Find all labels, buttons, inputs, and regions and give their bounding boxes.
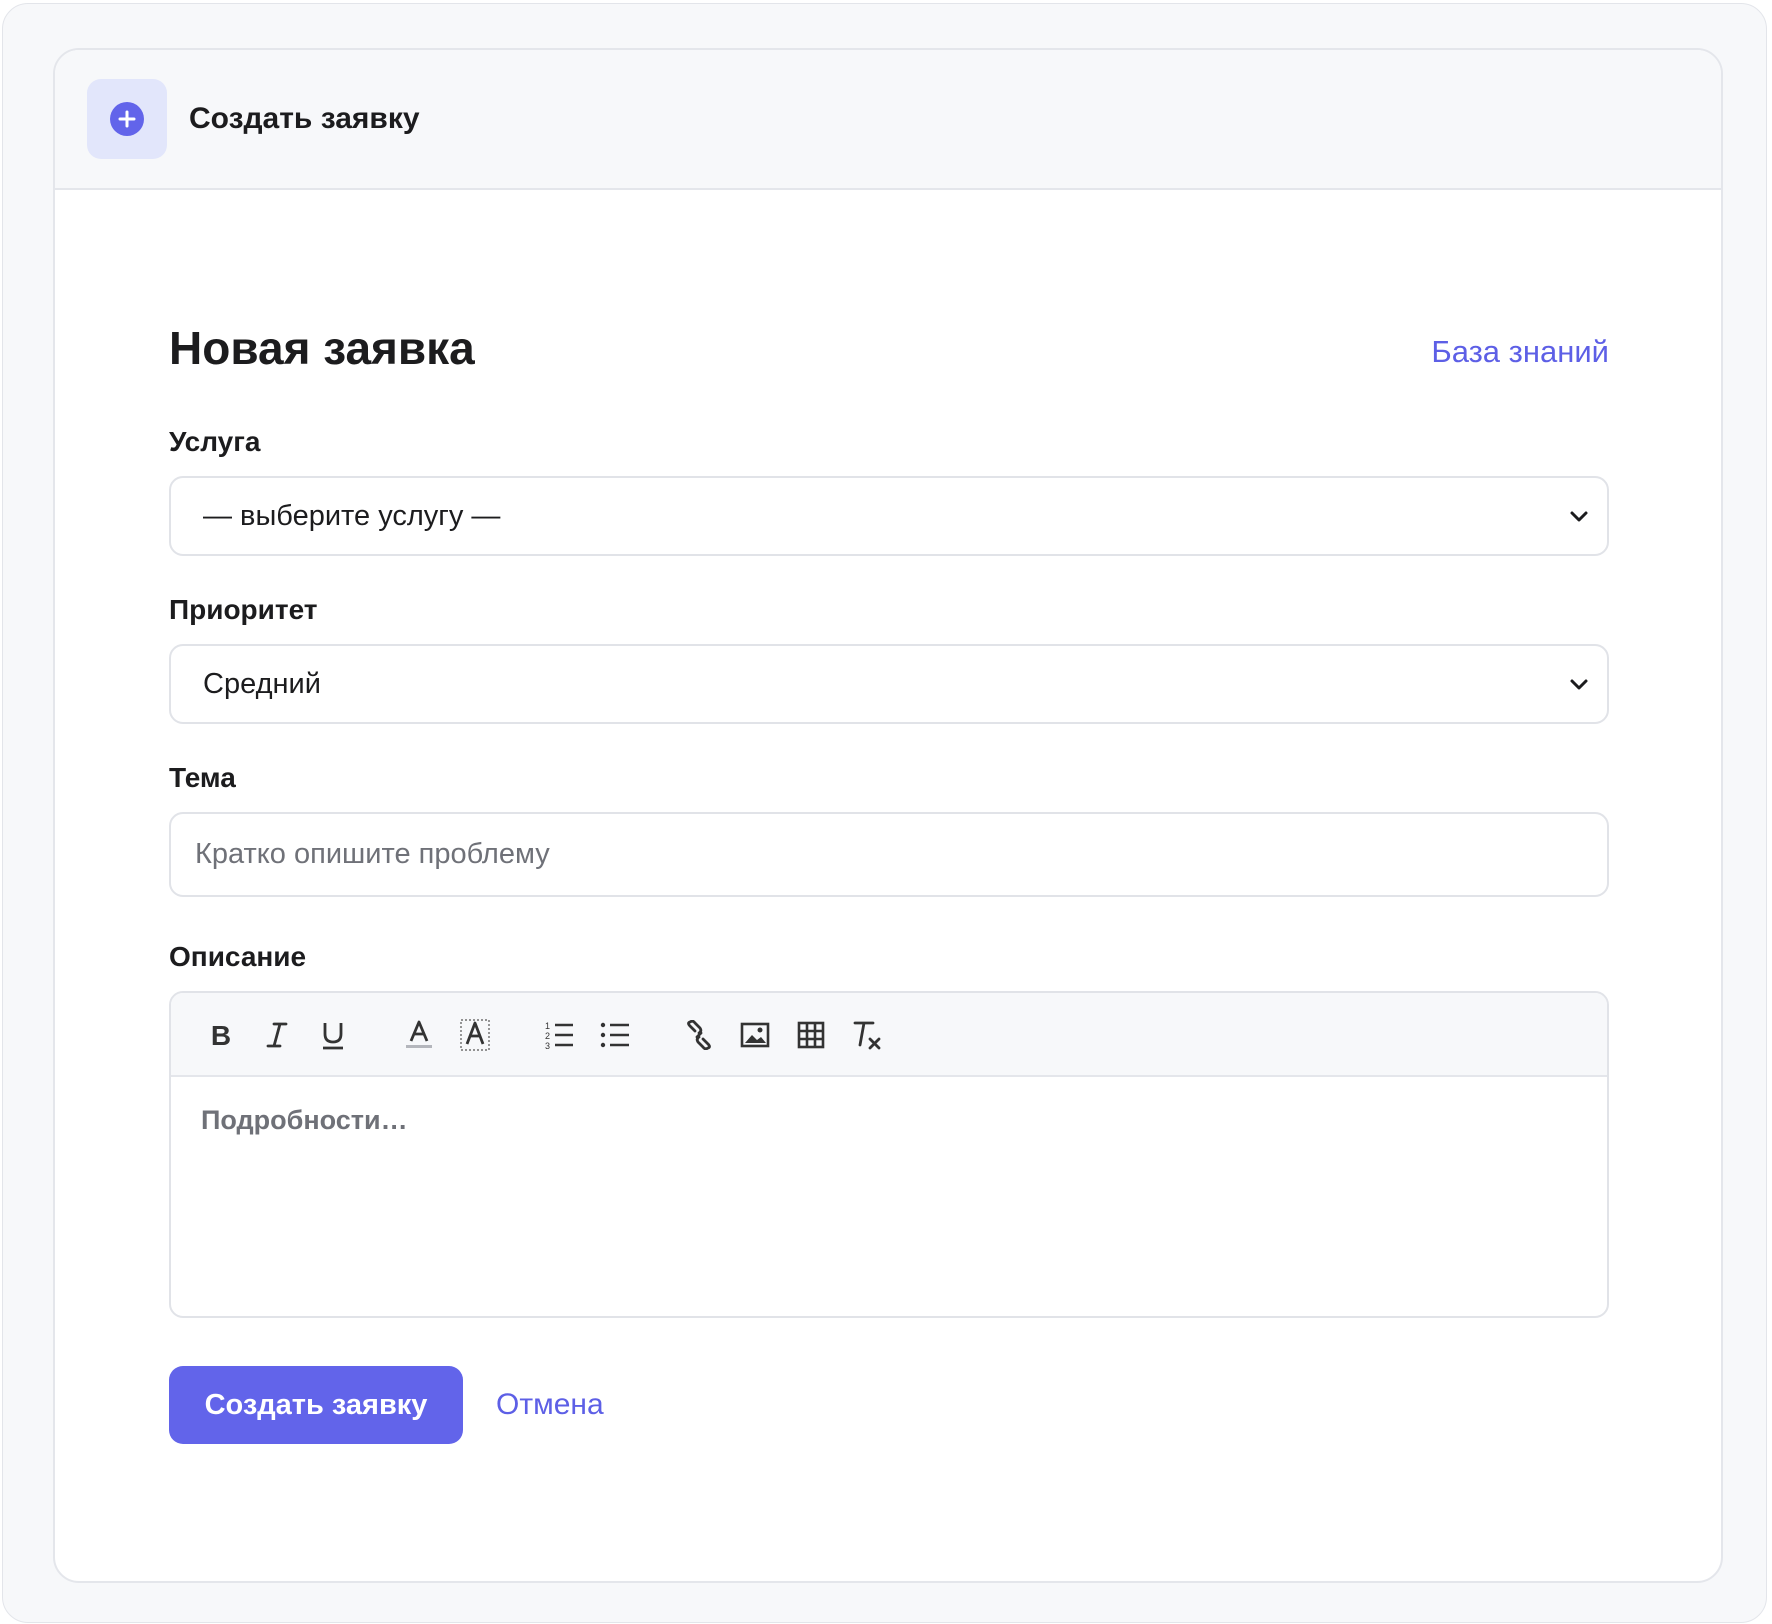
clear-format-button[interactable] xyxy=(847,1015,887,1055)
priority-select[interactable]: Средний xyxy=(169,644,1609,724)
bullet-list-button[interactable] xyxy=(595,1015,635,1055)
create-ticket-card: Создать заявку Новая заявка База знаний … xyxy=(53,48,1723,1583)
priority-label: Приоритет xyxy=(169,594,318,625)
svg-text:1: 1 xyxy=(545,1021,550,1031)
service-label: Услуга xyxy=(169,426,261,457)
service-select[interactable]: — выберите услугу — xyxy=(169,476,1609,556)
table-icon xyxy=(797,1021,825,1049)
text-color-icon xyxy=(406,1020,432,1048)
svg-text:B: B xyxy=(211,1021,231,1049)
header-icon-tile xyxy=(87,79,167,159)
ordered-list-button[interactable]: 1 2 3 xyxy=(539,1015,579,1055)
submit-button[interactable]: Создать заявку xyxy=(169,1366,463,1444)
chevron-down-icon xyxy=(1570,679,1588,690)
page-background: Создать заявку Новая заявка База знаний … xyxy=(2,3,1767,1623)
svg-text:2: 2 xyxy=(545,1031,550,1041)
plus-circle-icon xyxy=(110,102,144,136)
clear-format-icon xyxy=(853,1021,881,1050)
description-editor: B 1 2 3 Подробности… xyxy=(169,991,1609,1318)
background-color-button[interactable] xyxy=(455,1015,495,1055)
form-actions: Создать заявку Отмена xyxy=(169,1366,1609,1444)
image-button[interactable] xyxy=(735,1015,775,1055)
link-button[interactable] xyxy=(679,1015,719,1055)
description-textarea[interactable]: Подробности… xyxy=(171,1077,1607,1164)
svg-text:3: 3 xyxy=(545,1041,550,1050)
cancel-link[interactable]: Отмена xyxy=(496,1388,604,1422)
priority-select-value: Средний xyxy=(203,667,321,700)
bullet-list-icon xyxy=(600,1022,629,1048)
ordered-list-icon: 1 2 3 xyxy=(545,1021,573,1050)
editor-toolbar: B 1 2 3 xyxy=(171,993,1607,1077)
subject-label: Тема xyxy=(169,762,236,793)
service-select-value: — выберите услугу — xyxy=(203,499,501,532)
chevron-down-icon xyxy=(1570,511,1588,522)
underline-icon xyxy=(323,1023,343,1050)
table-button[interactable] xyxy=(791,1015,831,1055)
image-icon xyxy=(740,1022,770,1048)
background-color-icon xyxy=(460,1019,490,1051)
underline-button[interactable] xyxy=(313,1015,353,1055)
form-content: Новая заявка База знаний Услуга — выбери… xyxy=(169,190,1609,1444)
page-title: Новая заявка xyxy=(169,322,475,374)
knowledge-base-link[interactable]: База знаний xyxy=(1431,334,1609,370)
card-header: Создать заявку xyxy=(55,50,1721,190)
link-icon xyxy=(687,1020,711,1050)
title-row: Новая заявка База знаний xyxy=(169,318,1609,378)
bold-icon: B xyxy=(211,1021,231,1049)
italic-button[interactable] xyxy=(257,1015,297,1055)
text-color-button[interactable] xyxy=(399,1015,439,1055)
description-label: Описание xyxy=(169,941,307,972)
subject-input[interactable] xyxy=(169,812,1609,897)
header-title: Создать заявку xyxy=(189,102,420,135)
italic-icon xyxy=(266,1022,288,1048)
bold-button[interactable]: B xyxy=(201,1015,241,1055)
